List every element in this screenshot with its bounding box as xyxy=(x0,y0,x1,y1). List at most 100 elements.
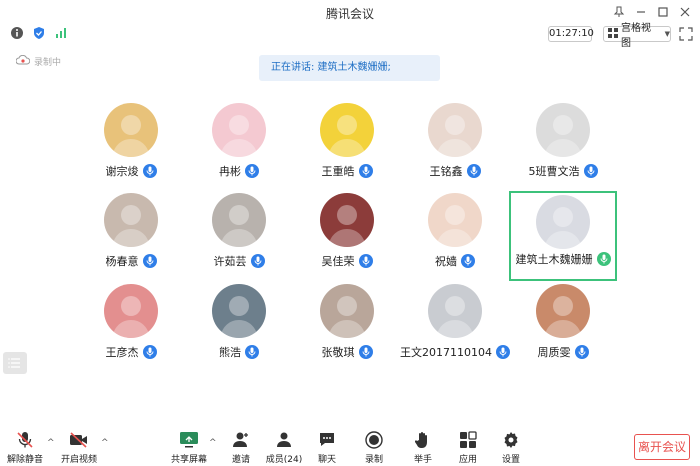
participant-name: 熊浩 xyxy=(219,346,241,359)
gear-icon xyxy=(501,431,521,449)
chat-label: 聊天 xyxy=(317,455,336,465)
grid-icon xyxy=(608,27,618,41)
apps-label: 应用 xyxy=(458,455,477,465)
mic-on-icon xyxy=(358,345,373,359)
invite-button[interactable]: 邀请 xyxy=(219,431,263,465)
participant-tile[interactable]: 祝嫱 xyxy=(401,191,509,281)
participant-name-row: 王铭鑫 xyxy=(401,163,509,179)
recording-indicator: 录制中 xyxy=(15,54,62,68)
participant-tile[interactable]: 许茹芸 xyxy=(185,191,293,281)
view-mode-button[interactable]: 宫格视图 ▼ xyxy=(603,23,671,49)
avatar xyxy=(320,284,374,338)
meeting-timer: 01:27:10 xyxy=(548,26,594,42)
window-title: 腾讯会议 xyxy=(325,7,374,21)
meeting-toolbar: 01:27:10 宫格视图 ▼ xyxy=(0,23,700,49)
record-label: 录制 xyxy=(364,455,383,465)
invite-icon xyxy=(231,431,251,449)
participant-name: 5班曹文浩 xyxy=(528,165,580,178)
fullscreen-icon[interactable] xyxy=(679,27,693,41)
mic-on-icon xyxy=(461,254,475,268)
mic-on-icon xyxy=(583,164,598,178)
start-video-label: 开启视频 xyxy=(60,455,97,465)
mic-on-icon xyxy=(245,345,259,359)
start-video-button[interactable]: 开启视频 xyxy=(57,431,101,465)
avatar xyxy=(428,284,482,338)
participant-name: 王彦杰 xyxy=(105,346,139,359)
signal-icon[interactable] xyxy=(54,26,68,40)
participant-tile[interactable]: 王铭鑫 xyxy=(401,101,509,191)
audio-options-caret[interactable]: ^ xyxy=(47,438,55,448)
raise-hand-label: 举手 xyxy=(413,455,432,465)
avatar xyxy=(212,284,266,338)
members-label: 成员(24) xyxy=(265,455,303,465)
record-button[interactable]: 录制 xyxy=(352,431,396,465)
participant-tile[interactable]: 建筑土木魏姗姗 xyxy=(509,191,617,281)
raise-hand-button[interactable]: 举手 xyxy=(401,431,445,465)
participant-tile[interactable]: 张敬琪 xyxy=(293,282,401,372)
participant-name: 冉彬 xyxy=(219,165,241,178)
avatar xyxy=(536,284,590,338)
mic-on-icon xyxy=(142,345,157,359)
record-icon xyxy=(364,431,384,449)
mic-on-icon xyxy=(574,345,589,359)
avatar xyxy=(104,103,158,157)
participant-name-row: 许茹芸 xyxy=(185,253,293,269)
avatar xyxy=(212,103,266,157)
mic-on-icon xyxy=(496,345,510,359)
mic-on-icon xyxy=(358,254,373,268)
chat-button[interactable]: 聊天 xyxy=(305,431,349,465)
participant-name: 杨春意 xyxy=(105,255,139,268)
info-icon[interactable] xyxy=(10,26,24,40)
participant-tile[interactable]: 冉彬 xyxy=(185,101,293,191)
participant-name-row: 冉彬 xyxy=(185,163,293,179)
apps-button[interactable]: 应用 xyxy=(446,431,490,465)
share-options-caret[interactable]: ^ xyxy=(209,438,217,448)
participant-name: 王重皓 xyxy=(321,165,355,178)
mic-on-icon xyxy=(142,254,157,268)
participant-tile[interactable]: 王重皓 xyxy=(293,101,401,191)
participant-tile[interactable]: 杨春意 xyxy=(77,191,185,281)
participant-name: 吴佳荣 xyxy=(321,255,355,268)
participant-name-row: 祝嫱 xyxy=(401,253,509,269)
participant-tile[interactable]: 5班曹文浩 xyxy=(509,101,617,191)
avatar xyxy=(320,193,374,247)
cloud-record-icon xyxy=(15,54,31,68)
participant-tile[interactable]: 熊浩 xyxy=(185,282,293,372)
sidebar-toggle[interactable] xyxy=(3,352,27,374)
avatar xyxy=(428,103,482,157)
close-icon[interactable] xyxy=(676,3,694,21)
participant-name: 王铭鑫 xyxy=(429,165,463,178)
participant-name: 许茹芸 xyxy=(213,255,247,268)
participant-name-row: 王文2017110104 xyxy=(400,344,510,360)
participant-name: 张敬琪 xyxy=(321,346,355,359)
share-screen-icon xyxy=(179,431,199,449)
mic-on-icon xyxy=(466,164,481,178)
mic-on-icon xyxy=(250,254,265,268)
leave-meeting-button[interactable]: 离开会议 xyxy=(634,434,690,460)
title-bar: 腾讯会议 xyxy=(0,0,700,24)
share-screen-label: 共享屏幕 xyxy=(170,455,207,465)
recording-label: 录制中 xyxy=(34,58,62,68)
view-mode-label: 宫格视图 xyxy=(621,23,651,49)
participant-tile[interactable]: 吴佳荣 xyxy=(293,191,401,281)
participant-name-row: 周质雯 xyxy=(509,344,617,360)
video-options-caret[interactable]: ^ xyxy=(101,438,109,448)
participant-tile[interactable]: 谢宗焌 xyxy=(77,101,185,191)
members-button[interactable]: 成员(24) xyxy=(262,431,306,465)
hand-icon xyxy=(413,431,433,449)
participant-tile[interactable]: 王文2017110104 xyxy=(400,282,510,372)
participant-name: 周质雯 xyxy=(537,346,571,359)
avatar xyxy=(320,103,374,157)
shield-icon[interactable] xyxy=(32,26,46,40)
settings-button[interactable]: 设置 xyxy=(489,431,533,465)
unmute-button[interactable]: 解除静音 xyxy=(3,431,47,465)
participant-name: 谢宗焌 xyxy=(105,165,139,178)
participant-name: 王文2017110104 xyxy=(400,346,492,359)
participant-tile[interactable]: 周质雯 xyxy=(509,282,617,372)
avatar xyxy=(104,284,158,338)
share-screen-button[interactable]: 共享屏幕 xyxy=(167,431,211,465)
participant-name-row: 熊浩 xyxy=(185,344,293,360)
invite-label: 邀请 xyxy=(231,455,250,465)
chevron-down-icon: ▼ xyxy=(664,30,670,38)
participant-tile[interactable]: 王彦杰 xyxy=(77,282,185,372)
